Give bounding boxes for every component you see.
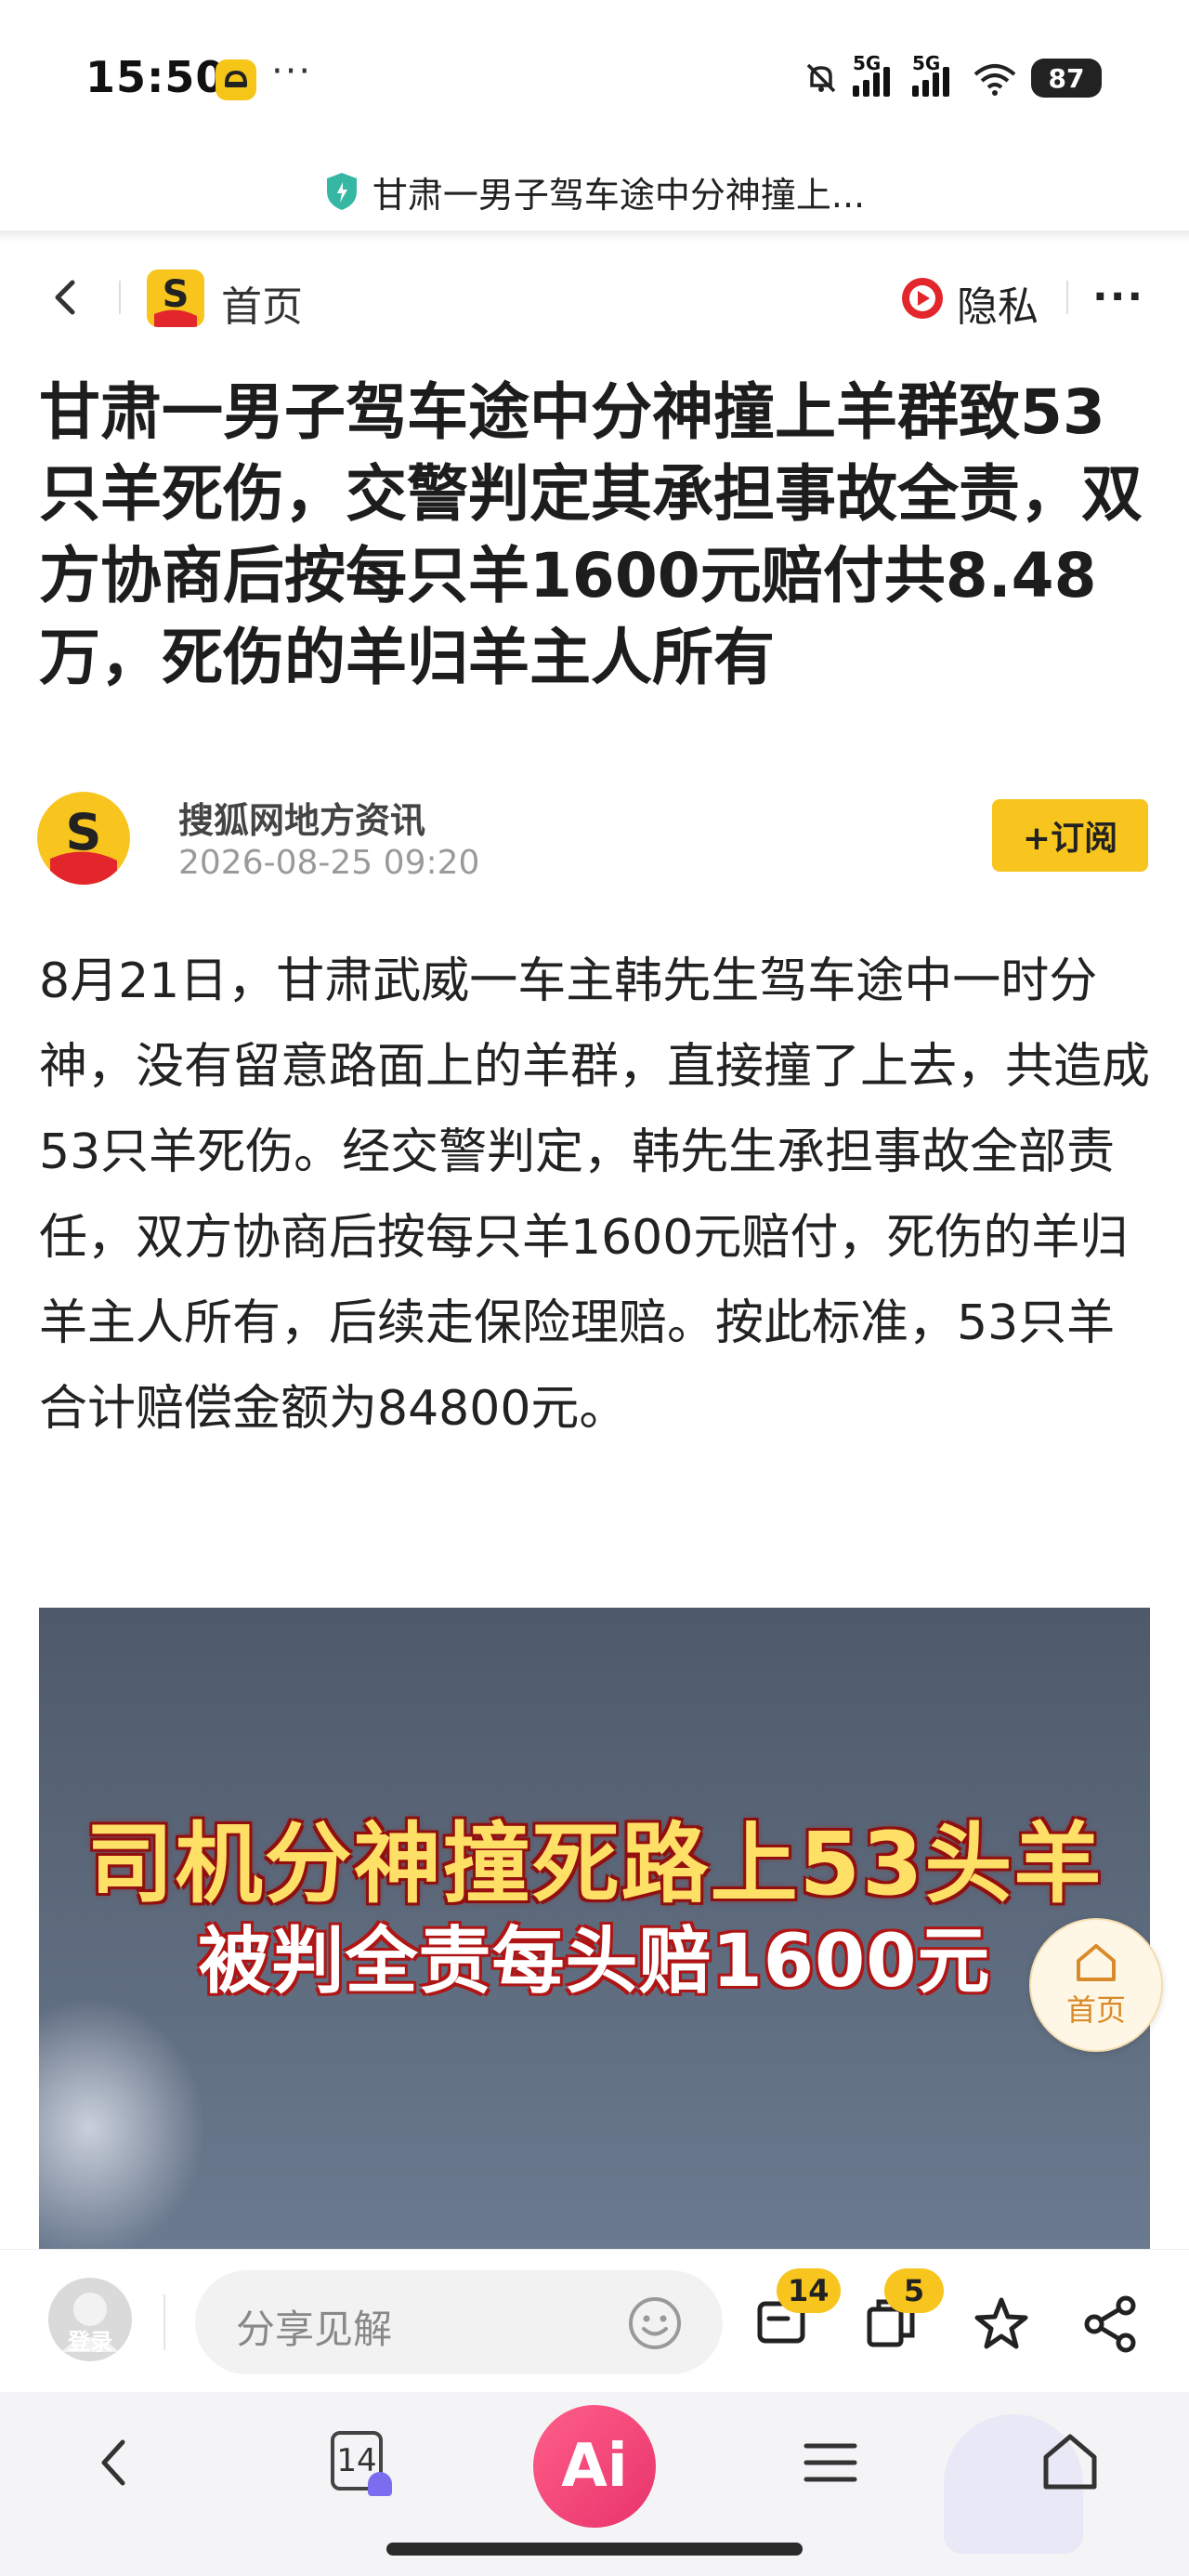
home-icon xyxy=(1077,1944,1116,1981)
publish-date: 2026-08-25 09:20 xyxy=(178,844,480,882)
mute-bell-icon xyxy=(806,63,836,93)
article-image[interactable]: 司机分神撞死路上53头羊 被判全责每头赔1600元 xyxy=(39,1608,1150,2249)
collection-count-badge: 5 xyxy=(884,2268,944,2313)
floating-home-label: 首页 xyxy=(1065,1992,1126,2028)
image-blur-area xyxy=(39,1998,206,2249)
notification-app-icon xyxy=(216,59,256,100)
url-bar[interactable]: 甘肃一男子驾车途中分神撞上... xyxy=(0,149,1189,234)
author-avatar[interactable]: S xyxy=(37,792,130,885)
share-icon[interactable] xyxy=(1081,2294,1141,2354)
incognito-ghost-icon xyxy=(368,2472,392,2496)
subscribe-button[interactable]: +订阅 xyxy=(992,799,1148,872)
nav-separator xyxy=(119,281,121,314)
author-name[interactable]: 搜狐网地方资讯 xyxy=(178,792,425,843)
wifi-icon xyxy=(973,64,1016,96)
back-arrow-icon[interactable] xyxy=(37,269,93,325)
image-caption-line-1: 司机分神撞死路上53头羊 xyxy=(85,1814,1104,1915)
article-headline: 甘肃一男子驾车途中分神撞上羊群致53只羊死伤，交警判定其承担事故全责，双方协商后… xyxy=(39,376,1143,693)
login-label: 登录 xyxy=(68,2329,112,2355)
shield-icon xyxy=(326,173,357,210)
browser-back-icon[interactable] xyxy=(82,2429,149,2496)
signal-icon-2: 5G xyxy=(912,52,959,97)
floating-home-button[interactable]: 首页 xyxy=(1029,1918,1163,2052)
comment-separator xyxy=(163,2294,165,2350)
status-bar: 15:50 ··· 5G 5G 87 xyxy=(0,0,1189,158)
status-more-icon: ··· xyxy=(271,50,313,93)
article-body: 8月21日，甘肃武威一车主韩先生驾车途中一时分神，没有留意路面上的羊群，直接撞了… xyxy=(39,953,1151,1437)
privacy-link[interactable]: 隐私 xyxy=(957,273,1039,333)
nav-home-link[interactable]: 首页 xyxy=(221,273,303,333)
comment-input[interactable]: 分享见解 xyxy=(195,2270,723,2374)
signal-icon: 5G xyxy=(853,52,899,97)
nav-separator-2 xyxy=(1066,281,1068,314)
url-title[interactable]: 甘肃一男子驾车途中分神撞上... xyxy=(372,166,865,217)
status-indicators: 5G 5G 87 xyxy=(803,52,1102,102)
status-time: 15:50 xyxy=(85,52,227,102)
svg-text:S: S xyxy=(163,273,189,316)
home-indicator[interactable] xyxy=(386,2543,803,2556)
ai-assistant-button[interactable]: Ai xyxy=(533,2405,656,2528)
browser-home-icon[interactable] xyxy=(1037,2429,1104,2496)
star-icon[interactable] xyxy=(972,2294,1031,2354)
login-avatar[interactable]: 登录 xyxy=(48,2278,132,2361)
divider xyxy=(0,230,1189,242)
privacy-play-icon[interactable] xyxy=(899,275,946,322)
more-options-icon[interactable]: ··· xyxy=(1092,273,1144,321)
article-nav: S 首页 隐私 ··· xyxy=(0,251,1189,344)
battery-icon: 87 xyxy=(1031,59,1102,98)
comment-placeholder: 分享见解 xyxy=(236,2307,393,2352)
comment-bar: 登录 分享见解 14 5 xyxy=(0,2249,1189,2392)
sohu-logo-icon[interactable]: S xyxy=(147,269,204,327)
image-caption-line-2: 被判全责每头赔1600元 xyxy=(198,1920,991,2004)
emoji-icon[interactable] xyxy=(626,2294,684,2352)
comments-count-badge: 14 xyxy=(777,2268,841,2313)
menu-icon[interactable] xyxy=(797,2429,864,2496)
